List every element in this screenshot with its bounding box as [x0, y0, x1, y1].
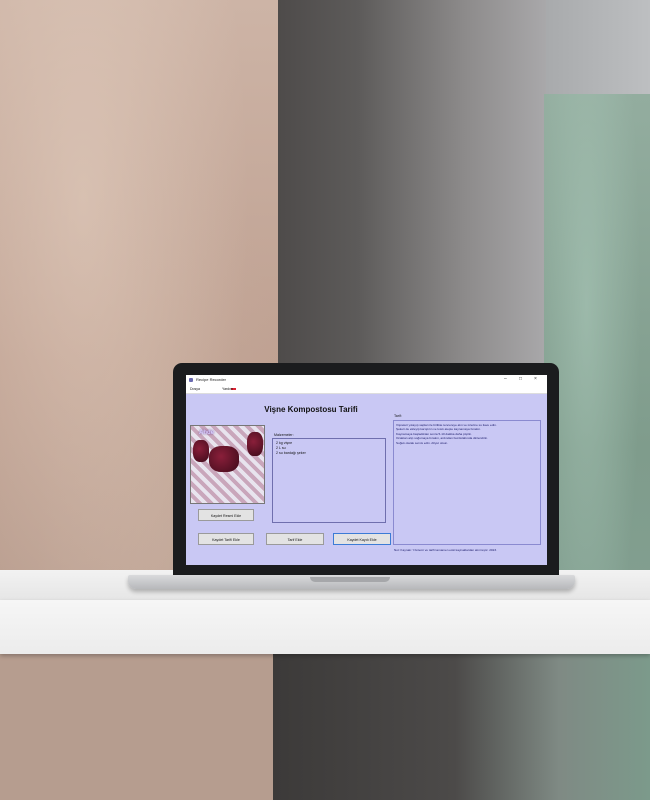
shelf-front: [0, 600, 650, 654]
app-icon: [189, 378, 193, 382]
instructions-box[interactable]: Vişneleri yıkayıp sapları ile birlikte t…: [393, 420, 541, 545]
footer-note: Not: Kaynak: Yöntemi ve tarifi tamamen e…: [394, 548, 497, 552]
app-window: Recipe Recorder – □ × Dosya Yardım Vişne…: [186, 375, 547, 565]
add-recipe-button[interactable]: Kaydet Tarifi Ekle: [198, 533, 254, 545]
menu-item-help[interactable]: Yardım: [222, 387, 233, 391]
add-photo-button[interactable]: Kaydet Resmi Ekle: [198, 509, 254, 521]
maximize-icon[interactable]: □: [519, 376, 522, 382]
glass-graphic: [209, 446, 239, 472]
recipe-title: Vişne Kompostosu Tarifi: [264, 405, 358, 414]
laptop-notch: [310, 577, 390, 582]
instruction-line: Soğuk olarak servis edin. Afiyet olsun.: [396, 440, 449, 445]
save-button[interactable]: Kaydet Kaydı Ekle: [333, 533, 391, 545]
ingredients-label: Malzemeler:: [274, 433, 294, 437]
recipe-photo: Ahde: [190, 425, 265, 504]
ingredients-box[interactable]: 2 kg vişne 2 L su 2 su bardağı şeker: [272, 438, 386, 523]
glass-graphic: [193, 440, 209, 462]
menu-bar: Dosya Yardım: [186, 385, 547, 394]
menu-item-file[interactable]: Dosya: [190, 387, 200, 391]
close-icon[interactable]: ×: [534, 376, 537, 382]
photo-caption: Ahde: [199, 430, 214, 436]
ingredient-item: 2 su bardağı şeker: [276, 451, 306, 455]
background-lower-wall: [0, 654, 650, 800]
glass-graphic: [247, 432, 263, 456]
add-button[interactable]: Tarif Ekle: [266, 533, 324, 545]
instructions-label: Tarif:: [394, 414, 402, 418]
minimize-icon[interactable]: –: [504, 376, 507, 382]
window-titlebar: Recipe Recorder – □ ×: [186, 375, 547, 385]
window-title: Recipe Recorder: [196, 377, 227, 382]
